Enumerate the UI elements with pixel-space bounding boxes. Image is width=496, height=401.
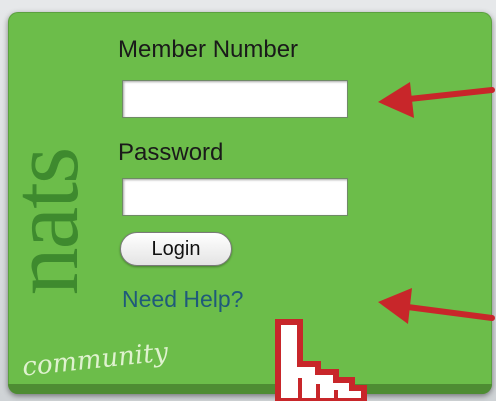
red-arrow-icon (378, 82, 495, 118)
hand-pointer-icon (275, 319, 367, 401)
red-arrow-icon (378, 288, 495, 324)
